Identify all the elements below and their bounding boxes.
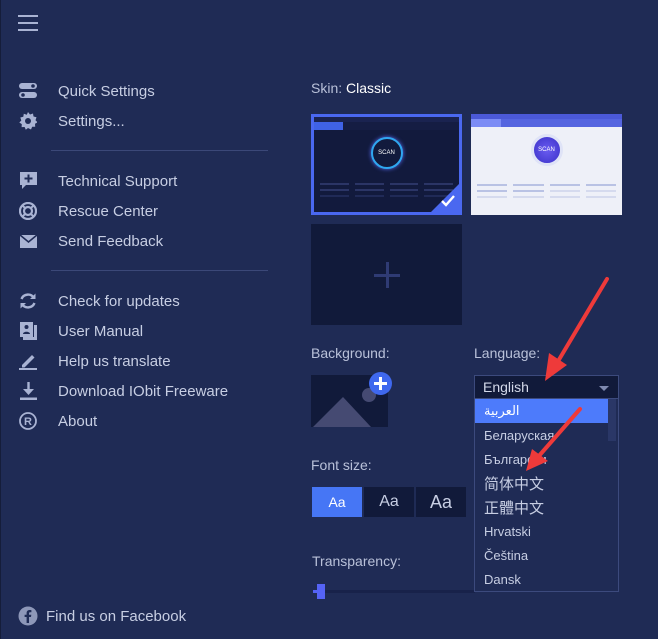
language-option[interactable]: Hrvatski	[475, 519, 609, 543]
menu-item-user-manual[interactable]: User Manual	[18, 319, 143, 343]
download-icon	[18, 381, 38, 401]
thumb-scan-button: SCAN	[530, 134, 563, 166]
menu-item-download-freeware[interactable]: Download IObit Freeware	[18, 379, 228, 403]
menu-item-about[interactable]: R About	[18, 409, 97, 433]
language-select[interactable]: English	[474, 375, 619, 399]
facebook-link[interactable]: Find us on Facebook	[18, 606, 186, 626]
gear-icon	[18, 111, 38, 131]
language-label: Language:	[474, 345, 541, 361]
thumb-tabs	[314, 122, 459, 130]
font-size-large-button[interactable]: Aa	[416, 487, 466, 517]
font-size-label: Font size:	[311, 457, 372, 473]
add-custom-skin-button[interactable]	[311, 224, 462, 325]
font-size-medium-button[interactable]: Aa	[364, 487, 414, 517]
menu-item-check-updates[interactable]: Check for updates	[18, 289, 180, 313]
thumb-row	[477, 190, 616, 193]
checkmark-icon	[441, 195, 455, 207]
hamburger-menu-icon[interactable]	[18, 15, 38, 31]
menu-item-label: User Manual	[58, 322, 144, 340]
language-option[interactable]: Български	[475, 447, 609, 471]
menu-item-rescue-center[interactable]: Rescue Center	[18, 199, 158, 223]
add-background-button[interactable]	[369, 372, 392, 395]
menu-item-label: Download IObit Freeware	[58, 382, 229, 400]
menu-item-settings[interactable]: Settings...	[18, 109, 125, 133]
envelope-icon	[18, 231, 38, 251]
lifebuoy-icon	[18, 201, 38, 221]
language-option[interactable]: Беларуская	[475, 423, 609, 447]
support-chat-plus-icon	[18, 171, 38, 191]
language-option[interactable]: 简体中文	[475, 471, 609, 495]
menu-item-label: Send Feedback	[58, 232, 164, 250]
transparency-label: Transparency:	[312, 553, 401, 569]
refresh-icon	[18, 291, 38, 311]
language-selected-value: English	[483, 379, 529, 395]
transparency-slider-track[interactable]	[313, 590, 475, 593]
thumb-tabs	[471, 119, 622, 127]
menu-item-label: Help us translate	[58, 352, 171, 370]
skin-thumb-classic[interactable]: SCAN	[311, 114, 462, 215]
menu-item-label: About	[58, 412, 98, 430]
plus-icon	[373, 261, 400, 288]
thumb-scan-text: SCAN	[378, 150, 395, 156]
menu-divider	[51, 270, 268, 271]
menu-item-label: Rescue Center	[58, 202, 159, 220]
background-label: Background:	[311, 345, 390, 361]
skin-label-text: Skin:	[311, 80, 343, 96]
thumb-row	[477, 184, 616, 187]
language-dropdown-list: العربية Беларуская Български 简体中文 正體中文 H…	[474, 399, 619, 592]
menu-item-label: Technical Support	[58, 172, 178, 190]
skin-label: Skin: Classic	[311, 80, 391, 96]
manual-book-icon	[18, 321, 38, 341]
menu-divider	[51, 150, 268, 151]
language-option[interactable]: Čeština	[475, 543, 609, 567]
language-option[interactable]: Dansk	[475, 567, 609, 591]
svg-text:R: R	[24, 416, 32, 428]
transparency-slider-thumb[interactable]	[317, 584, 325, 599]
thumb-scan-button: SCAN	[370, 137, 403, 169]
language-option[interactable]: العربية	[475, 399, 609, 423]
menu-item-label: Quick Settings	[58, 82, 155, 100]
skin-thumb-light[interactable]: SCAN	[471, 114, 622, 215]
thumb-row	[477, 196, 616, 199]
chevron-down-icon	[599, 386, 609, 391]
thumb-scan-text: SCAN	[538, 147, 555, 153]
annotation-arrow	[545, 277, 609, 381]
dropdown-scrollbar[interactable]	[608, 399, 616, 441]
facebook-label: Find us on Facebook	[46, 607, 187, 625]
language-option[interactable]: 正體中文	[475, 495, 609, 519]
font-size-small-button[interactable]: Aa	[312, 487, 362, 517]
toggle-switches-icon	[18, 81, 38, 101]
pencil-icon	[18, 351, 38, 371]
menu-item-help-translate[interactable]: Help us translate	[18, 349, 171, 373]
menu-item-send-feedback[interactable]: Send Feedback	[18, 229, 163, 253]
menu-item-quick-settings[interactable]: Quick Settings	[18, 79, 155, 103]
settings-window: Quick Settings Settings... Technical Sup…	[0, 0, 658, 639]
facebook-icon	[18, 606, 38, 626]
menu-item-label: Settings...	[58, 112, 125, 130]
skin-value: Classic	[346, 80, 392, 96]
menu-item-label: Check for updates	[58, 292, 180, 310]
menu-item-technical-support[interactable]: Technical Support	[18, 169, 177, 193]
registered-icon: R	[18, 411, 38, 431]
